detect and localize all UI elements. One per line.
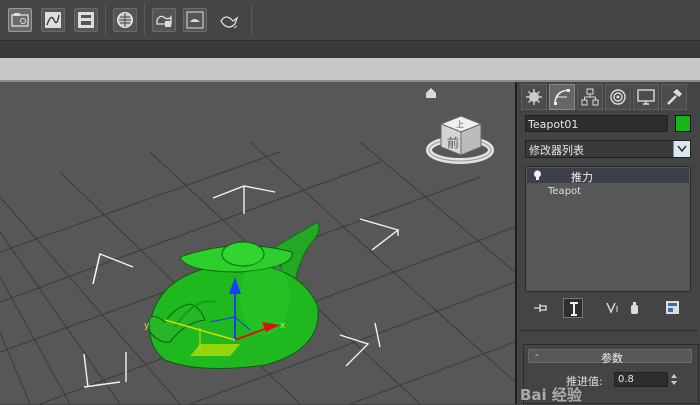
push-value-field[interactable]: 0.8 bbox=[614, 372, 668, 387]
trash-icon bbox=[631, 302, 638, 314]
material-editor-icon bbox=[117, 12, 133, 28]
perspective-viewport[interactable]: y x 前 上 bbox=[0, 82, 517, 404]
end-result-icon bbox=[570, 302, 578, 316]
render-setup-icon bbox=[156, 14, 172, 27]
configure-icon bbox=[666, 301, 679, 314]
curve-editor-icon bbox=[45, 12, 61, 28]
watermark: Bai 经验 bbox=[520, 386, 582, 404]
rollout-title: 参数 bbox=[601, 352, 623, 365]
motion-icon bbox=[610, 89, 626, 105]
tab-motion[interactable] bbox=[605, 84, 631, 110]
rendered-frame-button[interactable] bbox=[183, 8, 207, 32]
dropdown-arrow[interactable] bbox=[673, 141, 690, 157]
show-end-result-button[interactable] bbox=[563, 298, 583, 318]
modifier-stack[interactable]: 推力 Teapot bbox=[525, 166, 691, 292]
stack-item-push[interactable]: 推力 bbox=[527, 168, 689, 184]
render-teapot-icon bbox=[220, 16, 239, 29]
stack-item-push-label: 推力 bbox=[571, 171, 593, 184]
scene-explorer-icon bbox=[11, 13, 29, 27]
svg-text:y: y bbox=[144, 321, 150, 331]
command-panel: Teapot01 修改器列表 推力 Teapot - 参数 推进值: 0.8 bbox=[517, 82, 700, 404]
spinner-icon[interactable] bbox=[670, 372, 678, 387]
tab-hierarchy[interactable] bbox=[577, 84, 603, 110]
render-setup-button[interactable] bbox=[152, 8, 176, 32]
schematic-view-button[interactable] bbox=[74, 8, 98, 32]
chevron-down-icon bbox=[677, 145, 687, 153]
tab-create[interactable] bbox=[521, 84, 547, 110]
parameters-rollout-header[interactable]: - 参数 bbox=[528, 349, 692, 365]
tab-display[interactable] bbox=[633, 84, 659, 110]
display-icon bbox=[637, 89, 655, 105]
toolbar-group-3 bbox=[145, 3, 252, 35]
make-unique-icon bbox=[606, 302, 618, 314]
object-color-swatch[interactable] bbox=[675, 115, 691, 132]
main-toolbar bbox=[0, 0, 700, 41]
toolbar-group-1 bbox=[0, 3, 106, 35]
create-icon bbox=[526, 89, 542, 105]
ribbon-panel bbox=[0, 58, 700, 82]
modifier-list-label: 修改器列表 bbox=[529, 144, 584, 157]
material-editor-button[interactable] bbox=[113, 8, 137, 32]
schematic-view-icon bbox=[78, 12, 94, 28]
hammer-icon bbox=[667, 89, 682, 105]
panel-divider bbox=[521, 330, 697, 331]
configure-sets-button[interactable] bbox=[663, 298, 683, 318]
render-teapot-button[interactable] bbox=[215, 8, 239, 32]
svg-text:x: x bbox=[280, 321, 286, 331]
viewcube[interactable]: 前 上 bbox=[425, 110, 495, 170]
stack-item-teapot[interactable]: Teapot bbox=[548, 186, 581, 197]
command-panel-tabs bbox=[519, 84, 699, 110]
hierarchy-icon bbox=[581, 88, 599, 106]
modify-icon bbox=[554, 89, 570, 105]
home-icon[interactable] bbox=[425, 87, 437, 99]
collapse-toggle: - bbox=[535, 350, 539, 361]
curve-editor-button[interactable] bbox=[41, 8, 65, 32]
scene-explorer-button[interactable] bbox=[8, 8, 32, 32]
viewcube-top-label: 上 bbox=[456, 120, 464, 129]
viewcube-front-label: 前 bbox=[447, 135, 459, 150]
toolbar-group-2 bbox=[106, 3, 145, 35]
rendered-frame-icon bbox=[186, 11, 204, 29]
make-unique-button[interactable] bbox=[603, 298, 623, 318]
tab-utilities[interactable] bbox=[661, 84, 687, 110]
modifier-list-dropdown[interactable]: 修改器列表 bbox=[525, 140, 691, 158]
stack-toolbar bbox=[531, 298, 691, 320]
object-name-field[interactable]: Teapot01 bbox=[525, 115, 668, 132]
pin-icon bbox=[534, 304, 547, 312]
lightbulb-icon[interactable] bbox=[533, 170, 542, 181]
remove-modifier-button[interactable] bbox=[625, 298, 645, 318]
tab-modify[interactable] bbox=[549, 84, 575, 110]
pin-stack-button[interactable] bbox=[531, 298, 551, 318]
ribbon-bar bbox=[0, 41, 700, 58]
